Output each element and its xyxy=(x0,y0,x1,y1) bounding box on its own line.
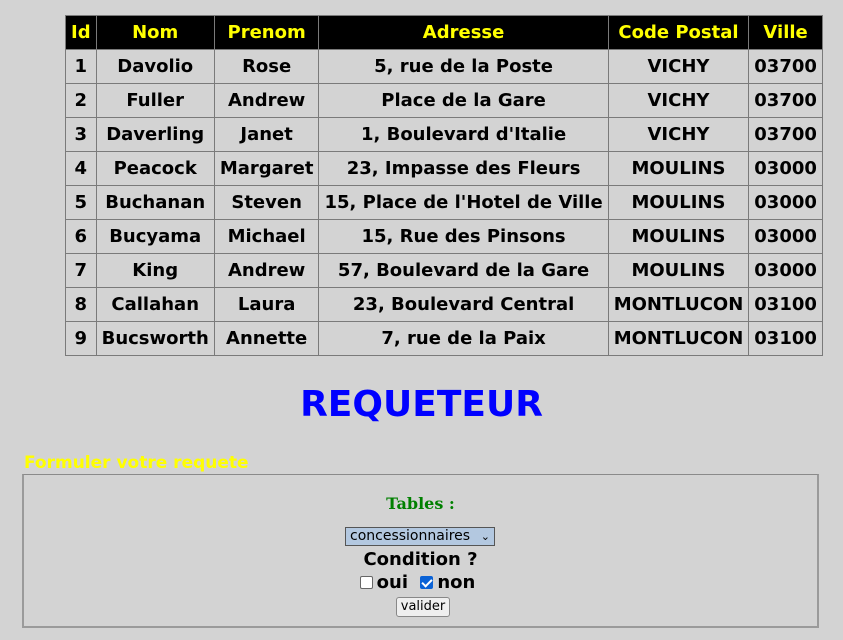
oui-checkbox[interactable] xyxy=(359,576,373,589)
cell-ville: 03000 xyxy=(748,185,823,220)
cell-nom: King xyxy=(95,253,215,288)
cell-id: 8 xyxy=(65,287,97,322)
header-code-postal: Code Postal xyxy=(607,15,750,50)
cell-code-postal: MONTLUCON xyxy=(607,321,750,356)
condition-options: oui non xyxy=(24,572,817,593)
cell-id: 5 xyxy=(65,185,97,220)
oui-label: oui xyxy=(376,572,409,593)
table-row: 5 Buchanan Steven 15, Place de l'Hotel d… xyxy=(65,185,823,220)
cell-nom: Davolio xyxy=(95,49,215,84)
tables-select-value: concessionnaires xyxy=(350,528,471,544)
cell-adresse: 15, Rue des Pinsons xyxy=(318,219,609,254)
cell-nom: Fuller xyxy=(95,83,215,118)
table-row: 4 Peacock Margaret 23, Impasse des Fleur… xyxy=(65,151,823,186)
query-form: Tables : concessionnaires ⌄ Condition ? … xyxy=(22,474,819,628)
cell-adresse: 23, Impasse des Fleurs xyxy=(318,151,609,186)
cell-prenom: Michael xyxy=(213,219,320,254)
cell-ville: 03000 xyxy=(748,253,823,288)
table-row: 9 Bucsworth Annette 7, rue de la Paix MO… xyxy=(65,321,823,356)
cell-code-postal: VICHY xyxy=(607,49,750,84)
cell-ville: 03700 xyxy=(748,83,823,118)
page: Id Nom Prenom Adresse Code Postal Ville … xyxy=(0,0,843,640)
cell-nom: Callahan xyxy=(95,287,215,322)
cell-code-postal: MOULINS xyxy=(607,151,750,186)
cell-code-postal: MOULINS xyxy=(607,219,750,254)
cell-ville: 03700 xyxy=(748,117,823,152)
table-row: 7 King Andrew 57, Boulevard de la Gare M… xyxy=(65,253,823,288)
non-checkbox[interactable] xyxy=(420,576,434,589)
table-row: 8 Callahan Laura 23, Boulevard Central M… xyxy=(65,287,823,322)
header-prenom: Prenom xyxy=(213,15,320,50)
cell-nom: Bucyama xyxy=(95,219,215,254)
cell-id: 1 xyxy=(65,49,97,84)
cell-id: 4 xyxy=(65,151,97,186)
cell-adresse: 57, Boulevard de la Gare xyxy=(318,253,609,288)
page-title: REQUETEUR xyxy=(300,384,543,425)
cell-adresse: 7, rue de la Paix xyxy=(318,321,609,356)
table-row: 1 Davolio Rose 5, rue de la Poste VICHY … xyxy=(65,49,823,84)
header-id: Id xyxy=(65,15,97,50)
cell-code-postal: MOULINS xyxy=(607,253,750,288)
cell-ville: 03700 xyxy=(748,49,823,84)
cell-id: 2 xyxy=(65,83,97,118)
cell-ville: 03000 xyxy=(748,151,823,186)
cell-adresse: 23, Boulevard Central xyxy=(318,287,609,322)
cell-adresse: 1, Boulevard d'Italie xyxy=(318,117,609,152)
cell-prenom: Margaret xyxy=(213,151,320,186)
header-nom: Nom xyxy=(95,15,215,50)
header-ville: Ville xyxy=(748,15,823,50)
cell-adresse: Place de la Gare xyxy=(318,83,609,118)
cell-ville: 03100 xyxy=(748,321,823,356)
cell-id: 9 xyxy=(65,321,97,356)
cell-adresse: 15, Place de l'Hotel de Ville xyxy=(318,185,609,220)
cell-prenom: Andrew xyxy=(213,83,320,118)
submit-button[interactable]: valider xyxy=(396,597,450,617)
cell-prenom: Laura xyxy=(213,287,320,322)
cell-code-postal: MONTLUCON xyxy=(607,287,750,322)
data-table: Id Nom Prenom Adresse Code Postal Ville … xyxy=(65,15,823,356)
tables-select[interactable]: concessionnaires ⌄ xyxy=(345,527,495,546)
cell-adresse: 5, rue de la Poste xyxy=(318,49,609,84)
cell-id: 3 xyxy=(65,117,97,152)
cell-nom: Peacock xyxy=(95,151,215,186)
cell-prenom: Steven xyxy=(213,185,320,220)
cell-nom: Bucsworth xyxy=(95,321,215,356)
cell-nom: Buchanan xyxy=(95,185,215,220)
cell-code-postal: VICHY xyxy=(607,83,750,118)
cell-code-postal: MOULINS xyxy=(607,185,750,220)
header-adresse: Adresse xyxy=(318,15,609,50)
cell-code-postal: VICHY xyxy=(607,117,750,152)
table-row: 2 Fuller Andrew Place de la Gare VICHY 0… xyxy=(65,83,823,118)
table-header-row: Id Nom Prenom Adresse Code Postal Ville xyxy=(65,15,823,50)
table-row: 3 Daverling Janet 1, Boulevard d'Italie … xyxy=(65,117,823,152)
cell-prenom: Rose xyxy=(213,49,320,84)
cell-ville: 03000 xyxy=(748,219,823,254)
chevron-down-icon: ⌄ xyxy=(480,530,490,543)
cell-ville: 03100 xyxy=(748,287,823,322)
table-row: 6 Bucyama Michael 15, Rue des Pinsons MO… xyxy=(65,219,823,254)
cell-prenom: Janet xyxy=(213,117,320,152)
cell-id: 6 xyxy=(65,219,97,254)
non-label: non xyxy=(437,572,476,593)
tables-label: Tables : xyxy=(386,494,455,513)
condition-label: Condition ? xyxy=(363,549,478,570)
cell-prenom: Andrew xyxy=(213,253,320,288)
cell-prenom: Annette xyxy=(213,321,320,356)
cell-nom: Daverling xyxy=(95,117,215,152)
form-legend: Formuler votre requete xyxy=(24,453,249,473)
cell-id: 7 xyxy=(65,253,97,288)
